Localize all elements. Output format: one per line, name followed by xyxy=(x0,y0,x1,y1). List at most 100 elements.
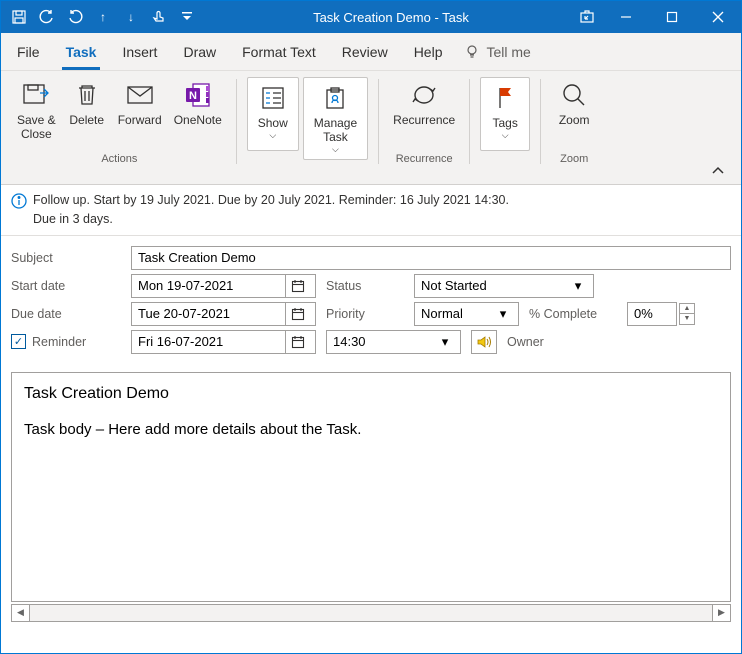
svg-text:N: N xyxy=(189,90,197,102)
recurrence-icon xyxy=(409,79,439,111)
owner-label: Owner xyxy=(507,335,587,349)
redo-icon[interactable] xyxy=(65,7,85,27)
chevron-down-icon: ▾ xyxy=(494,306,512,322)
manage-task-label: Manage Task xyxy=(314,116,357,144)
chevron-down-icon: ▾ xyxy=(436,334,454,350)
ribbon-group-actions: Save & Close Delete Forward N OneNote Ac… xyxy=(7,75,232,184)
task-body-editor[interactable]: Task Creation Demo Task body – Here add … xyxy=(11,372,731,602)
tell-me[interactable]: Tell me xyxy=(464,44,530,70)
calendar-icon[interactable] xyxy=(285,331,309,353)
ribbon-group-show-manage: Show ⌵ Manage Task ⌵ xyxy=(241,75,374,184)
minimize-button[interactable] xyxy=(603,1,649,33)
window-title: Task Creation Demo - Task xyxy=(205,10,577,25)
scroll-right-button[interactable]: ▶ xyxy=(712,605,730,621)
forward-label: Forward xyxy=(118,113,162,127)
recurrence-button[interactable]: Recurrence xyxy=(387,75,461,149)
envelope-icon xyxy=(125,79,155,111)
save-close-label: Save & Close xyxy=(17,113,56,141)
body-text: Task body – Here add more details about … xyxy=(24,421,718,438)
delete-button[interactable]: Delete xyxy=(62,75,112,149)
reminder-time-select[interactable]: 14:30 ▾ xyxy=(326,330,461,354)
ribbon-separator xyxy=(540,79,541,164)
maximize-button[interactable] xyxy=(649,1,695,33)
ribbon-group-tags: Tags ⌵ xyxy=(474,75,536,184)
scroll-track[interactable] xyxy=(30,605,712,621)
zoom-label: Zoom xyxy=(559,113,590,127)
start-date-label: Start date xyxy=(11,279,131,293)
tab-insert[interactable]: Insert xyxy=(118,36,161,70)
ribbon: Save & Close Delete Forward N OneNote Ac… xyxy=(1,71,741,185)
quick-access-toolbar: ↑ ↓ xyxy=(1,7,205,27)
calendar-icon[interactable] xyxy=(285,275,309,297)
ribbon-display-options-icon[interactable] xyxy=(577,7,597,27)
reminder-checkbox[interactable]: ✓ xyxy=(11,334,26,349)
status-select[interactable]: Not Started ▾ xyxy=(414,274,594,298)
down-arrow-icon[interactable]: ↓ xyxy=(121,7,141,27)
reminder-sound-button[interactable] xyxy=(471,330,497,354)
tell-me-label: Tell me xyxy=(486,44,530,60)
status-value: Not Started xyxy=(421,278,487,293)
start-date-input[interactable]: Mon 19-07-2021 xyxy=(131,274,316,298)
tags-label: Tags xyxy=(493,116,518,130)
reminder-time-value: 14:30 xyxy=(333,334,366,349)
manage-task-button[interactable]: Manage Task ⌵ xyxy=(303,77,368,160)
close-button[interactable] xyxy=(695,1,741,33)
subject-input[interactable] xyxy=(131,246,731,270)
speaker-icon xyxy=(476,334,492,350)
collapse-ribbon-button[interactable] xyxy=(701,158,735,184)
spinner-up-icon[interactable]: ▲ xyxy=(680,304,694,314)
save-close-button[interactable]: Save & Close xyxy=(11,75,62,149)
reminder-date-input[interactable]: Fri 16-07-2021 xyxy=(131,330,316,354)
ribbon-tabs: File Task Insert Draw Format Text Review… xyxy=(1,33,741,71)
ribbon-separator xyxy=(378,79,379,164)
info-bar: Follow up. Start by 19 July 2021. Due by… xyxy=(1,185,741,236)
status-label: Status xyxy=(326,279,406,293)
reminder-field: ✓ Reminder xyxy=(11,334,131,349)
tab-format-text[interactable]: Format Text xyxy=(238,36,320,70)
task-list-icon xyxy=(260,82,286,114)
recurrence-label: Recurrence xyxy=(393,113,455,127)
zoom-icon xyxy=(560,79,588,111)
up-arrow-icon[interactable]: ↑ xyxy=(93,7,113,27)
due-date-label: Due date xyxy=(11,307,131,321)
forward-button[interactable]: Forward xyxy=(112,75,168,149)
group-label-zoom: Zoom xyxy=(560,149,588,171)
tab-review[interactable]: Review xyxy=(338,36,392,70)
delete-label: Delete xyxy=(69,113,104,127)
save-close-icon xyxy=(20,79,52,111)
undo-icon[interactable] xyxy=(37,7,57,27)
lightbulb-icon xyxy=(464,44,480,60)
tab-task[interactable]: Task xyxy=(62,36,101,70)
due-date-input[interactable]: Tue 20-07-2021 xyxy=(131,302,316,326)
chevron-down-icon: ▾ xyxy=(569,278,587,294)
priority-select[interactable]: Normal ▾ xyxy=(414,302,519,326)
reminder-label: Reminder xyxy=(32,335,86,349)
chevron-down-icon: ⌵ xyxy=(502,130,509,141)
manage-task-icon xyxy=(322,82,348,114)
group-label-actions: Actions xyxy=(101,149,137,171)
subject-label: Subject xyxy=(11,251,131,265)
tab-file[interactable]: File xyxy=(13,36,44,70)
show-button[interactable]: Show ⌵ xyxy=(247,77,299,151)
scroll-left-button[interactable]: ◀ xyxy=(12,605,30,621)
ribbon-group-recurrence: Recurrence Recurrence xyxy=(383,75,465,184)
percent-complete-spinner[interactable]: ▲ ▼ xyxy=(679,303,695,325)
onenote-button[interactable]: N OneNote xyxy=(168,75,228,149)
info-text: Follow up. Start by 19 July 2021. Due by… xyxy=(33,191,509,229)
calendar-icon[interactable] xyxy=(285,303,309,325)
percent-complete-label: % Complete xyxy=(529,307,619,321)
ribbon-separator xyxy=(236,79,237,164)
tab-draw[interactable]: Draw xyxy=(179,36,220,70)
title-bar: ↑ ↓ Task Creation Demo - Task xyxy=(1,1,741,33)
spinner-down-icon[interactable]: ▼ xyxy=(680,314,694,324)
save-icon[interactable] xyxy=(9,7,29,27)
qat-customize-icon[interactable] xyxy=(177,7,197,27)
ribbon-separator xyxy=(469,79,470,164)
flag-icon xyxy=(494,82,516,114)
horizontal-scrollbar[interactable]: ◀ ▶ xyxy=(11,604,731,622)
tab-help[interactable]: Help xyxy=(410,36,447,70)
tags-button[interactable]: Tags ⌵ xyxy=(480,77,530,151)
zoom-button[interactable]: Zoom xyxy=(549,75,599,149)
percent-complete-input[interactable] xyxy=(627,302,677,326)
touch-mode-icon[interactable] xyxy=(149,7,169,27)
